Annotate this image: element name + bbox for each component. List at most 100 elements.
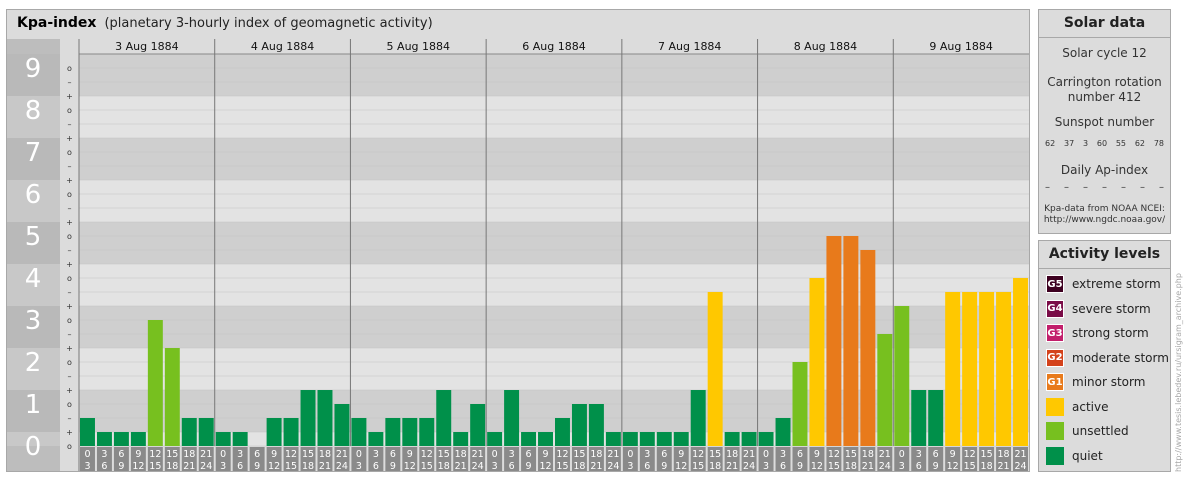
- y-subtick-label: +: [66, 134, 73, 143]
- y-subtick-label: +: [66, 344, 73, 353]
- chart-title-main: Kpa-index: [17, 15, 97, 31]
- interval-end-label: 24: [200, 461, 212, 471]
- plot-band: [79, 96, 1029, 138]
- sunspot-values: 62 37 3 60 55 62 78: [1045, 139, 1164, 148]
- kp-bar: [860, 249, 876, 446]
- interval-start-label: 21: [743, 449, 755, 460]
- carrington-rotation-number: number 412: [1067, 90, 1142, 104]
- data-source-link[interactable]: http://www.ngdc.noaa.gov/: [1039, 215, 1170, 226]
- interval-end-label: 3: [220, 461, 226, 471]
- interval-start-label: 12: [149, 449, 161, 460]
- kp-bar: [504, 390, 520, 446]
- interval-start-label: 6: [118, 449, 124, 460]
- kp-bar: [266, 417, 282, 446]
- kp-bar: [181, 417, 197, 446]
- interval-end-label: 3: [356, 461, 362, 471]
- interval-end-label: 6: [916, 461, 922, 471]
- interval-start-label: 18: [319, 449, 331, 460]
- interval-end-label: 15: [828, 461, 840, 471]
- interval-start-label: 12: [964, 449, 976, 460]
- kp-bar: [453, 432, 469, 446]
- legend-swatch: [1046, 446, 1064, 465]
- y-subtick-label: o: [67, 232, 72, 241]
- legend-swatch: G1: [1046, 373, 1064, 391]
- legend-label: strong storm: [1072, 326, 1149, 340]
- kp-bar: [521, 432, 537, 446]
- interval-end-label: 9: [390, 461, 396, 471]
- interval-start-label: 12: [285, 449, 297, 460]
- y-subtick-label: o: [67, 274, 72, 283]
- interval-end-label: 12: [132, 461, 144, 471]
- kp-bar: [368, 432, 384, 446]
- interval-end-label: 15: [692, 461, 704, 471]
- plot-band: [79, 54, 1029, 96]
- interval-start-label: 3: [373, 449, 379, 460]
- chart-title: Kpa-index (planetary 3-hourly index of ge…: [17, 15, 433, 31]
- sunspot-number-label: Sunspot number: [1054, 115, 1155, 129]
- activity-levels-panel: Activity levels G5 extreme storm G4 severe …: [1038, 240, 1171, 472]
- plot-band: [79, 180, 1029, 222]
- interval-end-label: 12: [947, 461, 959, 471]
- interval-end-label: 21: [998, 461, 1010, 471]
- y-subtick-label: +: [66, 386, 73, 395]
- daily-ap-label: Daily Ap-index: [1060, 163, 1149, 177]
- y-subtick-label: +: [66, 92, 73, 101]
- kp-bar: [928, 390, 944, 446]
- daily-ap-values: – – – – – – –: [1045, 182, 1164, 193]
- kp-bar: [962, 291, 978, 446]
- y-subtick-label: –: [68, 288, 72, 297]
- interval-end-label: 21: [590, 461, 602, 471]
- interval-start-label: 15: [981, 449, 993, 460]
- interval-end-label: 18: [709, 461, 721, 471]
- chart-subtitle: (planetary 3-hourly index of geomagnetic…: [104, 16, 433, 31]
- solar-data-title: Solar data: [1063, 15, 1146, 31]
- interval-end-label: 12: [811, 461, 823, 471]
- kp-bar: [826, 236, 842, 446]
- interval-start-label: 0: [356, 449, 362, 460]
- ap-value: –: [1159, 182, 1164, 193]
- y-subtick-label: –: [68, 120, 72, 129]
- kp-bar: [979, 291, 995, 446]
- y-subtick-label: –: [68, 204, 72, 213]
- legend-label: active: [1072, 399, 1109, 414]
- legend-item-quiet: quiet: [1046, 446, 1103, 465]
- interval-start-label: 3: [101, 449, 107, 460]
- y-subtick-label: o: [67, 400, 72, 409]
- interval-end-label: 3: [899, 461, 905, 471]
- kp-bar: [300, 390, 316, 446]
- kp-bar: [945, 291, 961, 446]
- interval-start-label: 6: [254, 449, 260, 460]
- kp-bar: [724, 432, 740, 446]
- y-tick-label: 9: [25, 54, 42, 84]
- kp-bar: [792, 362, 808, 446]
- kp-bar: [283, 417, 299, 446]
- y-subtick-label: +: [66, 302, 73, 311]
- interval-start-label: 18: [862, 449, 874, 460]
- y-tick-label: 2: [25, 348, 42, 378]
- interval-end-label: 18: [438, 461, 450, 471]
- kp-bar: [741, 432, 757, 446]
- interval-end-label: 21: [319, 461, 331, 471]
- interval-start-label: 12: [556, 449, 568, 460]
- interval-end-label: 18: [845, 461, 857, 471]
- interval-end-label: 3: [763, 461, 769, 471]
- interval-start-label: 21: [1014, 449, 1026, 460]
- interval-end-label: 15: [149, 461, 161, 471]
- y-subtick-label: –: [68, 414, 72, 423]
- activity-levels-title: Activity levels: [1048, 246, 1161, 262]
- ap-value: –: [1102, 182, 1107, 193]
- interval-start-label: 6: [390, 449, 396, 460]
- legend-label: moderate storm: [1072, 350, 1169, 365]
- kp-bar: [470, 404, 486, 446]
- kp-bar: [436, 390, 452, 446]
- y-subtick-label: –: [68, 330, 72, 339]
- sunspot-value: 60: [1096, 139, 1108, 148]
- interval-start-label: 18: [183, 449, 195, 460]
- source-credit[interactable]: http://www.tesis.lebedev.ru/ursigram_arc…: [1174, 242, 1183, 472]
- kp-bar: [707, 291, 723, 446]
- day-label: 6 Aug 1884: [522, 40, 585, 53]
- interval-start-label: 15: [709, 449, 721, 460]
- activity-levels-divider: [1039, 268, 1170, 269]
- interval-start-label: 9: [678, 449, 684, 460]
- interval-end-label: 6: [237, 461, 243, 471]
